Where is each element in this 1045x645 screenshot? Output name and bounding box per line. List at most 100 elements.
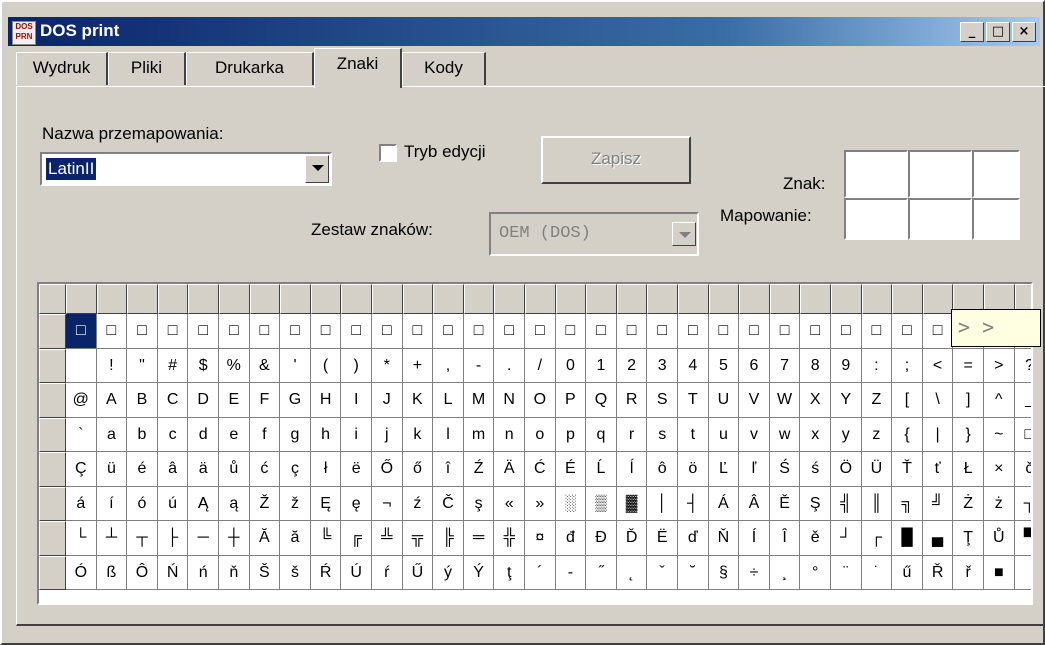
char-cell[interactable]: $	[188, 348, 219, 383]
char-cell[interactable]: ż	[984, 486, 1015, 521]
char-cell[interactable]: W	[769, 383, 801, 418]
char-cell[interactable]: y	[831, 417, 862, 452]
char-cell[interactable]: A	[96, 383, 128, 418]
char-cell[interactable]: N	[494, 383, 525, 418]
char-cell[interactable]: ˙	[861, 555, 893, 590]
char-cell[interactable]: ┤	[678, 486, 709, 521]
char-cell[interactable]: Ű	[402, 555, 434, 590]
char-cell[interactable]: K	[402, 383, 434, 418]
char-cell[interactable]: ╣	[831, 486, 862, 521]
char-cell[interactable]: ů	[219, 452, 250, 487]
char-cell[interactable]: 5	[708, 348, 740, 383]
char-cell[interactable]: @	[66, 383, 97, 418]
char-cell[interactable]: □	[249, 314, 281, 349]
char-cell[interactable]: i	[341, 417, 372, 452]
char-cell[interactable]: ║	[861, 486, 893, 521]
char-cell[interactable]: Ľ	[708, 452, 740, 487]
remap-combobox[interactable]: LatinII	[40, 152, 332, 186]
char-cell[interactable]: ä	[188, 452, 219, 487]
char-cell[interactable]: b	[127, 417, 158, 452]
char-cell[interactable]: -	[463, 348, 495, 383]
char-cell[interactable]: e	[219, 417, 250, 452]
char-cell[interactable]: ┌	[861, 521, 893, 556]
char-cell[interactable]: ╩	[372, 521, 403, 556]
char-cell[interactable]: ;	[892, 348, 923, 383]
char-cell[interactable]: Ć	[525, 452, 556, 487]
char-cell[interactable]: [	[892, 383, 923, 418]
char-cell[interactable]: {	[892, 417, 923, 452]
char-cell[interactable]: Ŕ	[310, 555, 342, 590]
char-cell[interactable]: t	[678, 417, 709, 452]
char-cell[interactable]: U	[708, 383, 740, 418]
char-cell[interactable]: ü	[96, 452, 128, 487]
char-cell[interactable]: █	[892, 521, 923, 556]
char-cell[interactable]: □	[586, 314, 617, 349]
char-cell[interactable]: â	[157, 452, 189, 487]
char-cell[interactable]: Ä	[494, 452, 525, 487]
char-cell[interactable]: }	[953, 417, 984, 452]
char-cell[interactable]: □	[310, 314, 342, 349]
char-cell[interactable]: □	[1014, 418, 1031, 452]
char-cell[interactable]: S	[647, 383, 678, 418]
mapowanie-field-3[interactable]	[972, 198, 1020, 240]
char-cell[interactable]: G	[280, 383, 311, 418]
mapowanie-field-2[interactable]	[908, 198, 972, 240]
char-cell[interactable]: đ	[555, 521, 587, 556]
char-cell[interactable]: k	[402, 417, 434, 452]
char-cell[interactable]: *	[372, 348, 403, 383]
char-cell[interactable]: ▄	[922, 521, 954, 556]
char-cell[interactable]: á	[66, 486, 97, 521]
char-cell[interactable]: ź	[402, 486, 434, 521]
char-cell[interactable]: ű	[892, 555, 923, 590]
char-cell[interactable]: ,	[433, 348, 464, 383]
char-cell[interactable]: P	[555, 383, 587, 418]
char-cell[interactable]: ł	[310, 452, 342, 487]
char-cell[interactable]: ť	[922, 452, 954, 487]
char-cell[interactable]: ¬	[372, 486, 403, 521]
char-cell[interactable]: ą	[219, 486, 250, 521]
char-cell[interactable]: v	[739, 417, 770, 452]
char-cell[interactable]: %	[219, 348, 250, 383]
char-cell[interactable]: ¸	[769, 555, 801, 590]
char-cell[interactable]: T	[678, 383, 709, 418]
char-cell[interactable]: V	[739, 383, 770, 418]
mapowanie-field-1[interactable]	[844, 198, 908, 240]
char-cell[interactable]: Ú	[341, 555, 372, 590]
tab-drukarka[interactable]: Drukarka	[186, 52, 314, 85]
char-cell[interactable]: ¨	[831, 555, 862, 590]
maximize-button[interactable]: □	[986, 22, 1010, 42]
char-cell[interactable]: I	[341, 383, 372, 418]
char-cell[interactable]	[66, 348, 97, 383]
char-cell[interactable]: !	[96, 348, 128, 383]
char-cell[interactable]: .	[494, 348, 525, 383]
char-cell[interactable]: Ź	[463, 452, 495, 487]
char-cell[interactable]: ▒	[586, 486, 617, 521]
char-cell[interactable]: ├	[157, 521, 189, 556]
char-cell[interactable]: ¤	[525, 521, 556, 556]
char-cell[interactable]: )	[341, 348, 372, 383]
char-cell[interactable]: Ĺ	[586, 452, 617, 487]
char-cell[interactable]: C	[157, 383, 189, 418]
char-cell[interactable]: s	[647, 417, 678, 452]
char-cell[interactable]: □	[127, 314, 158, 349]
char-cell[interactable]: ╗	[892, 486, 923, 521]
char-cell[interactable]: ď	[678, 521, 709, 556]
char-cell[interactable]: Ż	[953, 486, 984, 521]
char-cell[interactable]: ˘	[678, 555, 709, 590]
char-cell[interactable]: Ó	[66, 555, 97, 590]
char-cell[interactable]: ś	[800, 452, 831, 487]
char-cell-selected[interactable]: □	[66, 314, 97, 349]
char-cell[interactable]: 6	[739, 348, 770, 383]
char-cell[interactable]: ]	[953, 383, 984, 418]
char-cell[interactable]: □	[494, 314, 525, 349]
char-cell[interactable]: a	[96, 417, 128, 452]
char-cell[interactable]: ľ	[739, 452, 770, 487]
char-cell[interactable]: ´	[525, 555, 556, 590]
tab-kody[interactable]: Kody	[402, 52, 486, 85]
char-cell[interactable]: ╠	[433, 521, 464, 556]
char-cell[interactable]: '	[280, 348, 311, 383]
char-cell[interactable]: é	[127, 452, 158, 487]
char-cell[interactable]: É	[555, 452, 587, 487]
char-cell[interactable]: ╝	[922, 486, 954, 521]
char-cell[interactable]: ┬	[127, 521, 158, 556]
